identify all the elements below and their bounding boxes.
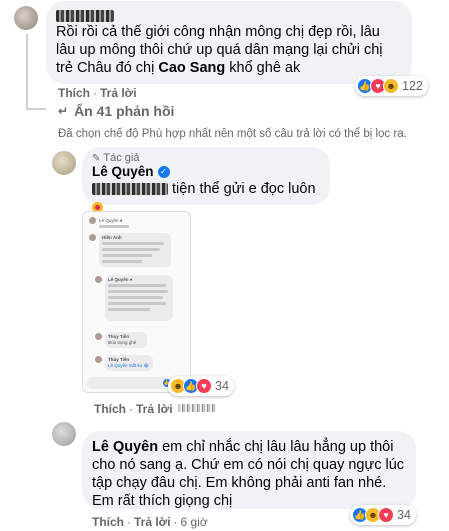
mini-line — [102, 242, 164, 245]
mini-avatar — [89, 217, 96, 224]
mini-header-name: Lê Quyên ● — [99, 218, 123, 223]
mini-line — [99, 225, 129, 228]
comment-text: Rồi rồi cả thế giới công nhận mông chị đ… — [56, 24, 383, 76]
reply-link[interactable]: Trả lời — [134, 515, 171, 529]
comment-bubble: Rồi rồi cả thế giới công nhận mông chị đ… — [46, 1, 412, 84]
reply-bubble: Lê Quyên em chỉ nhắc chị lâu lâu hẳng up… — [82, 431, 416, 509]
commenter-name-blurred[interactable] — [56, 7, 402, 22]
reply-link[interactable]: Trả lời — [136, 402, 173, 416]
mini-line — [108, 290, 168, 293]
blurred-time — [178, 404, 216, 412]
mini-user: Hiền Anh — [102, 235, 122, 240]
like-link[interactable]: Thích — [92, 515, 124, 529]
hide-replies-link[interactable]: ↵ Ẩn 41 phản hồi — [58, 103, 174, 119]
thread-branch — [26, 108, 46, 110]
comment-actions: Thích · Trả lời — [58, 86, 137, 100]
reply-bubble: ✎ Tác giả Lê Quyên ✓ tiện thể gửi e đọc … — [82, 147, 330, 213]
mini-user: Thùy Tiên — [108, 357, 130, 362]
attached-screenshot-image[interactable]: Lê Quyên ● Hiền Anh Lê Quyên ● Thùy Tiên… — [82, 211, 191, 393]
reaction-summary[interactable]: 👍 ☻ ♥ 34 — [350, 505, 416, 525]
mini-avatar — [95, 276, 102, 283]
replier-avatar[interactable] — [52, 422, 76, 446]
mini-message: Đùa bụng ghê — [108, 340, 137, 345]
mentioned-name-blurred[interactable] — [92, 183, 168, 196]
like-link[interactable]: Thích — [58, 86, 90, 100]
author-badge: ✎ Tác giả — [92, 152, 140, 164]
mini-message: Lê Quyên mất ko 😂 — [108, 363, 149, 368]
like-link[interactable]: Thích — [94, 402, 126, 416]
mini-line — [102, 254, 152, 257]
mini-line — [108, 284, 166, 287]
haha-reaction-icon: ☻ — [383, 78, 399, 94]
mini-line — [108, 296, 163, 299]
author-name[interactable]: Lê Quyên ✓ — [92, 164, 320, 179]
reply-link[interactable]: Trả lời — [100, 86, 137, 100]
mini-line — [102, 260, 142, 263]
reply-actions: Thích · Trả lời — [94, 402, 173, 416]
timestamp[interactable]: 6 giờ — [181, 515, 208, 529]
collapse-arrow-icon: ↵ — [58, 104, 69, 118]
reply-actions: Thích · Trả lời · 6 giờ — [92, 515, 208, 529]
commenter-avatar[interactable] — [14, 6, 38, 30]
love-reaction-icon: ♥ — [196, 378, 212, 394]
mini-avatar — [95, 356, 102, 363]
reaction-summary[interactable]: 👍 ♥ ☻ 122 — [355, 76, 428, 96]
reply-text: Lê Quyên em chỉ nhắc chị lâu lâu hẳng up… — [92, 439, 405, 509]
mini-avatar — [95, 333, 102, 340]
mini-line — [108, 302, 166, 305]
mini-line — [102, 248, 160, 251]
author-avatar[interactable] — [52, 151, 76, 175]
pen-icon: ✎ — [92, 152, 101, 164]
reaction-summary[interactable]: ☻ 👍 ♥ 34 — [168, 376, 234, 396]
mini-avatar — [89, 234, 96, 241]
mini-line — [108, 308, 150, 311]
verified-icon: ✓ — [157, 165, 170, 178]
mini-user: Lê Quyên ● — [108, 277, 133, 282]
love-reaction-icon: ♥ — [378, 507, 394, 523]
thread-line — [26, 34, 28, 110]
filter-notice: Đã chọn chế độ Phù hợp nhất nên một số c… — [58, 128, 407, 140]
mini-user: Thùy Tiên — [108, 334, 130, 339]
mentioned-name[interactable]: Lê Quyên — [92, 439, 158, 455]
